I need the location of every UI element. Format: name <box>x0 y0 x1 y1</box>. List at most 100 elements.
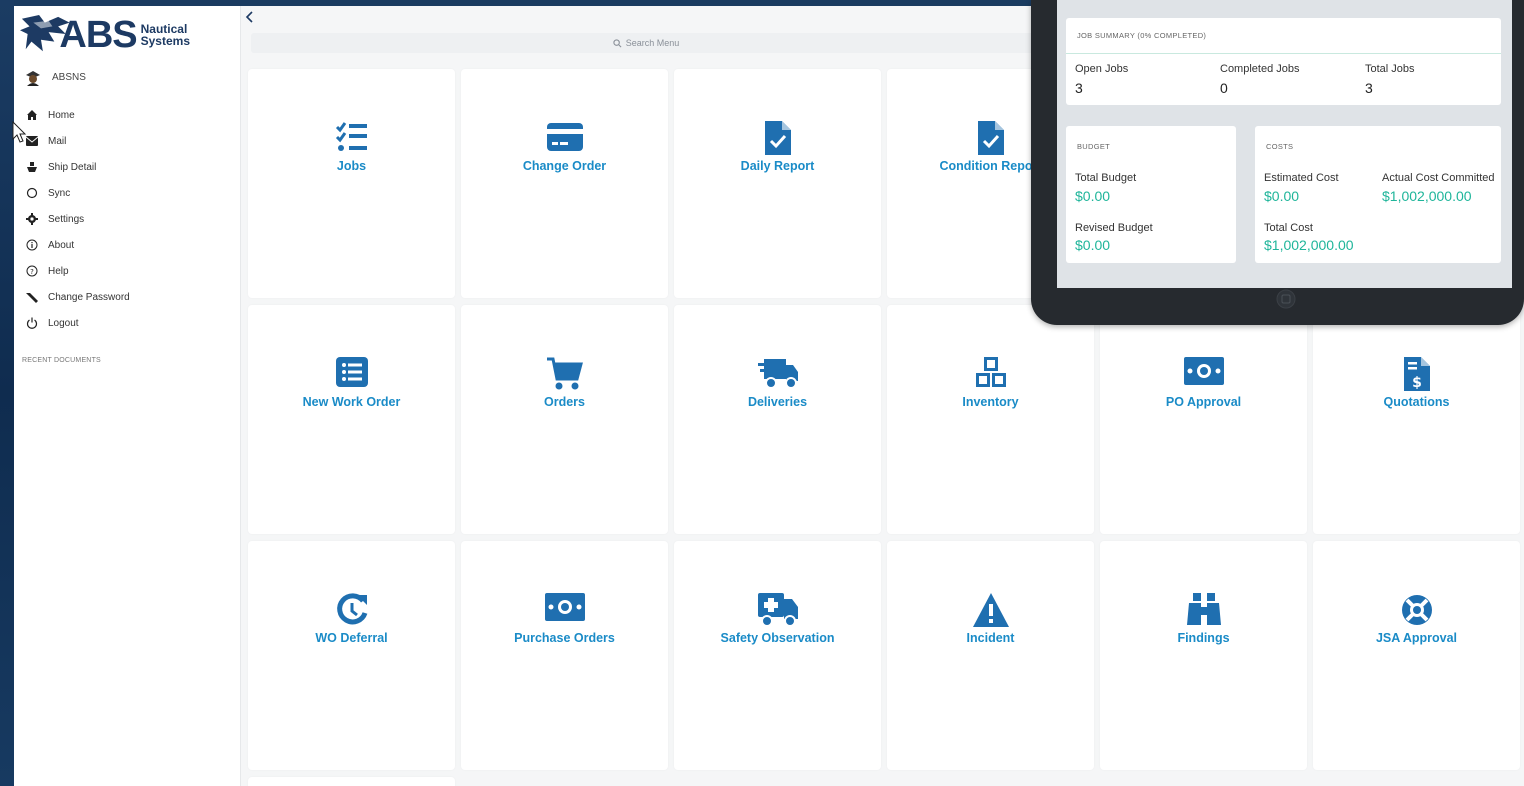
svg-text:?: ? <box>30 268 34 276</box>
life-ring-icon <box>1313 593 1520 627</box>
completed-jobs-label: Completed Jobs <box>1220 63 1300 75</box>
recent-documents-heading: RECENT DOCUMENTS <box>22 357 101 364</box>
sidebar-item-home[interactable]: Home <box>26 102 130 128</box>
collapse-sidebar-button[interactable] <box>244 10 258 26</box>
gear-icon <box>26 213 38 225</box>
truck-icon <box>674 357 881 389</box>
history-icon <box>248 593 455 627</box>
background-edge <box>0 0 14 786</box>
tile-label: Inventory <box>962 395 1019 409</box>
tile-label: JSA Approval <box>1375 631 1458 645</box>
sidebar-item-mail[interactable]: Mail <box>26 128 130 154</box>
money-icon <box>461 593 668 621</box>
costs-card: COSTS Estimated Cost $0.00 Actual Cost C… <box>1255 126 1501 263</box>
tile-deliveries[interactable]: Deliveries <box>674 305 881 534</box>
budget-card: BUDGET Total Budget $0.00 Revised Budget… <box>1066 126 1236 263</box>
tile-partial[interactable] <box>248 777 455 786</box>
tile-wo-deferral[interactable]: WO Deferral <box>248 541 455 770</box>
estimated-cost-value: $0.00 <box>1264 188 1300 204</box>
tablet-overlay: JOB SUMMARY (0% COMPLETED) Open Jobs 3 C… <box>1031 0 1524 325</box>
revised-budget-value: $0.00 <box>1075 237 1111 253</box>
total-budget-value: $0.00 <box>1075 188 1111 204</box>
completed-jobs-value: 0 <box>1220 80 1228 96</box>
user-profile[interactable]: ABSNS <box>24 68 86 86</box>
sidebar-item-sync[interactable]: Sync <box>26 180 130 206</box>
sidebar-item-label: Mail <box>48 135 67 147</box>
user-name: ABSNS <box>52 71 86 83</box>
tile-label: Orders <box>544 395 585 409</box>
sidebar-item-logout[interactable]: Logout <box>26 310 130 336</box>
tile-change-order[interactable]: Change Order <box>461 69 668 298</box>
help-icon: ? <box>26 265 38 277</box>
sidebar-item-about[interactable]: About <box>26 232 130 258</box>
tile-label: Change Order <box>522 159 607 173</box>
sidebar-item-help[interactable]: ? Help <box>26 258 130 284</box>
sidebar-item-label: Settings <box>48 213 85 225</box>
costs-title: COSTS <box>1266 142 1294 151</box>
open-jobs-value: 3 <box>1075 80 1083 96</box>
tile-findings[interactable]: Findings <box>1100 541 1307 770</box>
total-budget-label: Total Budget <box>1075 172 1137 184</box>
power-icon <box>26 317 38 329</box>
revised-budget-label: Revised Budget <box>1075 222 1153 234</box>
tile-safety-observation[interactable]: Safety Observation <box>674 541 881 770</box>
tile-label: WO Deferral <box>315 631 388 645</box>
cart-icon <box>461 357 668 391</box>
tile-label: New Work Order <box>302 395 401 409</box>
sidebar-item-change-password[interactable]: Change Password <box>26 284 130 310</box>
sidebar-item-label: About <box>48 239 75 251</box>
sync-icon <box>26 187 38 199</box>
tile-purchase-orders[interactable]: Purchase Orders <box>461 541 668 770</box>
abs-logo[interactable]: ABS Nautical Systems <box>20 10 190 60</box>
total-jobs-value: 3 <box>1365 80 1373 96</box>
sidebar-item-label: Help <box>48 265 69 277</box>
budget-title: BUDGET <box>1077 142 1111 151</box>
tile-label: Deliveries <box>747 395 808 409</box>
chevron-left-icon <box>245 11 253 23</box>
tile-quotations[interactable]: $ Quotations <box>1313 305 1520 534</box>
tile-label: Jobs <box>336 159 367 173</box>
tile-orders[interactable]: Orders <box>461 305 668 534</box>
file-check-icon <box>674 121 881 155</box>
search-icon <box>613 38 622 47</box>
tile-jsa-approval[interactable]: JSA Approval <box>1313 541 1520 770</box>
avatar <box>26 71 40 86</box>
logo-sub-2: Systems <box>140 34 190 48</box>
eagle-logo-icon <box>20 14 70 52</box>
sidebar-item-label: Ship Detail <box>48 161 97 173</box>
home-icon <box>26 109 38 121</box>
tile-label: Quotations <box>1383 395 1450 409</box>
actual-cost-value: $1,002,000.00 <box>1382 188 1472 204</box>
card-icon <box>461 121 668 153</box>
tile-new-work-order[interactable]: New Work Order <box>248 305 455 534</box>
total-jobs-label: Total Jobs <box>1365 63 1415 75</box>
search-placeholder: Search Menu <box>625 38 680 48</box>
open-jobs-label: Open Jobs <box>1075 63 1129 75</box>
sidebar-item-label: Sync <box>48 187 71 199</box>
sidebar-item-settings[interactable]: Settings <box>26 206 130 232</box>
sidebar-nav: Home Mail Ship Detail Sync Settings Abou… <box>26 102 130 336</box>
sidebar-item-ship-detail[interactable]: Ship Detail <box>26 154 130 180</box>
tile-daily-report[interactable]: Daily Report <box>674 69 881 298</box>
tile-label: PO Approval <box>1165 395 1242 409</box>
sidebar-item-label: Change Password <box>48 291 130 303</box>
tablet-screen: JOB SUMMARY (0% COMPLETED) Open Jobs 3 C… <box>1057 0 1512 288</box>
ambulance-icon <box>674 593 881 627</box>
binoculars-icon <box>1100 593 1307 625</box>
tile-inventory[interactable]: Inventory <box>887 305 1094 534</box>
job-summary-title: JOB SUMMARY (0% COMPLETED) <box>1077 31 1207 40</box>
tablet-home-button <box>1276 289 1296 309</box>
job-summary-card: JOB SUMMARY (0% COMPLETED) Open Jobs 3 C… <box>1066 18 1501 105</box>
divider <box>1066 53 1501 54</box>
tile-label: Purchase Orders <box>514 631 615 645</box>
search-menu-input[interactable]: Search Menu <box>251 33 1041 53</box>
boxes-icon <box>887 357 1094 389</box>
key-icon <box>26 291 38 303</box>
logo-subtitle: Nautical Systems <box>141 23 190 47</box>
tile-jobs[interactable]: Jobs <box>248 69 455 298</box>
tile-po-approval[interactable]: PO Approval <box>1100 305 1307 534</box>
info-icon <box>26 239 38 251</box>
invoice-icon: $ <box>1313 357 1520 391</box>
tile-incident[interactable]: Incident <box>887 541 1094 770</box>
tile-label: Incident <box>966 631 1015 645</box>
